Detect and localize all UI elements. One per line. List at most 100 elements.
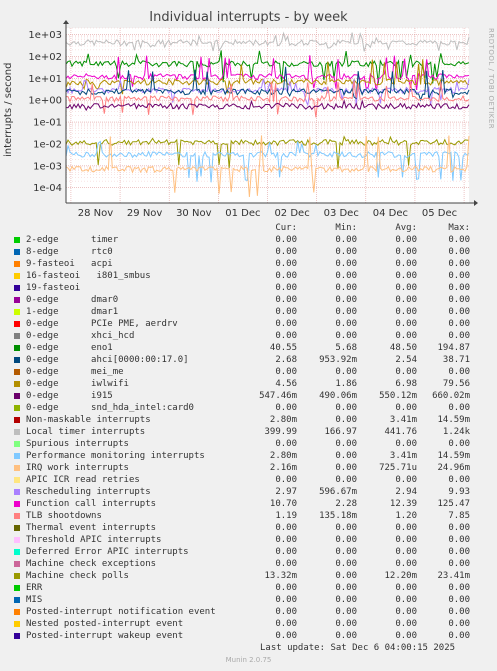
legend-max-value: 1.24k: [442, 427, 470, 437]
legend-swatch: [14, 549, 20, 555]
legend-row: Function call interrupts 10.70 2.28 12.39 12…: [0, 498, 497, 510]
legend-label: Function call interrupts: [26, 499, 157, 509]
legend-max-value: 0.00: [448, 307, 470, 317]
legend-swatch: [14, 633, 20, 639]
legend-max-value: 23.41m: [437, 571, 470, 581]
legend-max-value: 0.00: [448, 559, 470, 569]
legend-label: APIC ICR read retries: [26, 475, 140, 485]
legend-label: Spurious interrupts: [26, 439, 129, 449]
legend-swatch: [14, 597, 20, 603]
legend-row: Threshold APIC interrupts 0.00 0.00 0.00 0.0…: [0, 534, 497, 546]
y-tick-label: 1e-03: [33, 161, 62, 172]
legend-max-value: 0.00: [448, 547, 470, 557]
legend-label: 0-edge dmar0: [26, 295, 119, 305]
legend-swatch: [14, 333, 20, 339]
legend-max-value: 0.00: [448, 403, 470, 413]
legend-label: Machine check exceptions: [26, 559, 157, 569]
y-tick-label: 1e-04: [33, 183, 62, 194]
legend-max-value: 0.00: [448, 475, 470, 485]
legend-label: 16-fasteoi i801_smbus: [26, 271, 151, 281]
legend-label: 9-fasteoi acpi: [26, 259, 113, 269]
legend-label: 0-edge ahci[0000:00:17.0]: [26, 355, 189, 365]
legend-swatch: [14, 513, 20, 519]
y-tick-label: 1e-01: [33, 118, 62, 129]
legend-row: 16-fasteoi i801_smbus 0.00 0.00 0.00 0.00: [0, 270, 497, 282]
legend-row: Spurious interrupts 0.00 0.00 0.00 0.00: [0, 438, 497, 450]
legend-swatch: [14, 441, 20, 447]
legend-row: Nested posted-interrupt event 0.00 0.00 0.0…: [0, 618, 497, 630]
legend-swatch: [14, 585, 20, 591]
legend-swatch: [14, 537, 20, 543]
legend-row: IRQ work interrupts 2.16m 0.00 725.71u 24.96…: [0, 462, 497, 474]
legend-label: 0-edge snd_hda_intel:card0: [26, 403, 194, 413]
legend-row: 0-edge ahci[0000:00:17.0] 2.68 953.92m 2.54…: [0, 354, 497, 366]
plot-area: 1e+03 1e+02 1e+01 1e+00 1e-01 1e-02 1e-03 1e-04…: [28, 20, 478, 219]
legend-label: Nested posted-interrupt event: [26, 619, 184, 629]
legend-row: APIC ICR read retries 0.00 0.00 0.00 0.00: [0, 474, 497, 486]
legend-row: Thermal event interrupts 0.00 0.00 0.00 0.00: [0, 522, 497, 534]
legend-row: Machine check exceptions 0.00 0.00 0.00 0.00: [0, 558, 497, 570]
legend-swatch: [14, 573, 20, 579]
legend-label: Threshold APIC interrupts: [26, 535, 162, 545]
x-axis-arrow: [474, 200, 478, 206]
legend-swatch: [14, 249, 20, 255]
legend-label: Non-maskable interrupts: [26, 415, 151, 425]
legend-label: Machine check polls: [26, 571, 129, 581]
legend-swatch: [14, 621, 20, 627]
legend-max-value: 14.59m: [437, 451, 470, 461]
legend-swatch: [14, 369, 20, 375]
legend-max-value: 0.00: [448, 295, 470, 305]
legend-label: 1-edge dmar1: [26, 307, 119, 317]
legend-max-value: 0.00: [448, 331, 470, 341]
legend-max-value: 0.00: [448, 283, 470, 293]
legend-row: 0-edge snd_hda_intel:card0 0.00 0.00 0.00 0.…: [0, 402, 497, 414]
legend-max-value: 24.96m: [437, 463, 470, 473]
legend-max-value: 0.00: [448, 271, 470, 281]
legend-row: Rescheduling interrupts 2.97 596.67m 2.94 9.…: [0, 486, 497, 498]
legend-swatch: [14, 561, 20, 567]
legend-max-value: 0.00: [448, 619, 470, 629]
y-axis-arrow: [63, 20, 69, 24]
legend-swatch: [14, 609, 20, 615]
legend-swatch: [14, 357, 20, 363]
legend-row: 19-fasteoi 0.00 0.00 0.00 0.00: [0, 282, 497, 294]
legend-label: Performance monitoring interrupts: [26, 451, 205, 461]
legend-max-value: 0.00: [448, 247, 470, 257]
legend-label: Rescheduling interrupts: [26, 487, 151, 497]
legend-row: Posted-interrupt wakeup event 0.00 0.00 0.0…: [0, 630, 497, 642]
legend-row: 0-edge iwlwifi 4.56 1.86 6.98 79.56: [0, 378, 497, 390]
legend-max-value: 0.00: [448, 607, 470, 617]
legend-swatch: [14, 525, 20, 531]
legend-row: 0-edge dmar0 0.00 0.00 0.00 0.00: [0, 294, 497, 306]
legend-swatch: [14, 237, 20, 243]
legend-max-value: 7.85: [448, 511, 470, 521]
x-tick-label: 02 Dec: [274, 208, 309, 219]
legend-max-value: 660.02m: [432, 391, 470, 401]
x-ticks: 28 Nov 29 Nov 30 Nov 01 Dec 02 Dec 03 Dec 04 D…: [78, 208, 457, 219]
y-tick-label: 1e+00: [28, 96, 62, 107]
munin-version: Munin 2.0.75: [225, 656, 272, 664]
legend-swatch: [14, 309, 20, 315]
legend-max-value: 9.93: [448, 487, 470, 497]
x-tick-label: 01 Dec: [225, 208, 260, 219]
legend-max-value: 125.47: [437, 499, 470, 509]
legend-max-value: 0.00: [448, 319, 470, 329]
legend-row: Deferred Error APIC interrupts 0.00 0.00 0.…: [0, 546, 497, 558]
legend-row: 0-edge xhci_hcd 0.00 0.00 0.00 0.00: [0, 330, 497, 342]
last-update: Last update: Sat Dec 6 04:00:15 2025: [260, 643, 456, 653]
legend-max-value: 0.00: [448, 631, 470, 641]
legend-swatch: [14, 405, 20, 411]
legend-row: Local timer interrupts 399.99 166.97 441.76…: [0, 426, 497, 438]
legend-row: Performance monitoring interrupts 2.80m 0.…: [0, 450, 497, 462]
y-ticks: 1e+03 1e+02 1e+01 1e+00 1e-01 1e-02 1e-03 1e-04: [28, 30, 62, 194]
x-tick-label: 28 Nov: [78, 208, 114, 219]
y-tick-label: 1e+03: [28, 30, 62, 41]
x-tick-label: 05 Dec: [422, 208, 457, 219]
x-tick-label: 30 Nov: [176, 208, 212, 219]
legend-swatch: [14, 489, 20, 495]
legend-max-value: 0.00: [448, 535, 470, 545]
legend-label: Local timer interrupts: [26, 427, 146, 437]
legend-label: 0-edge xhci_hcd: [26, 331, 135, 341]
legend-row: Posted-interrupt notification event 0.00 0…: [0, 606, 497, 618]
legend-row: 0-edge mei_me 0.00 0.00 0.00 0.00: [0, 366, 497, 378]
